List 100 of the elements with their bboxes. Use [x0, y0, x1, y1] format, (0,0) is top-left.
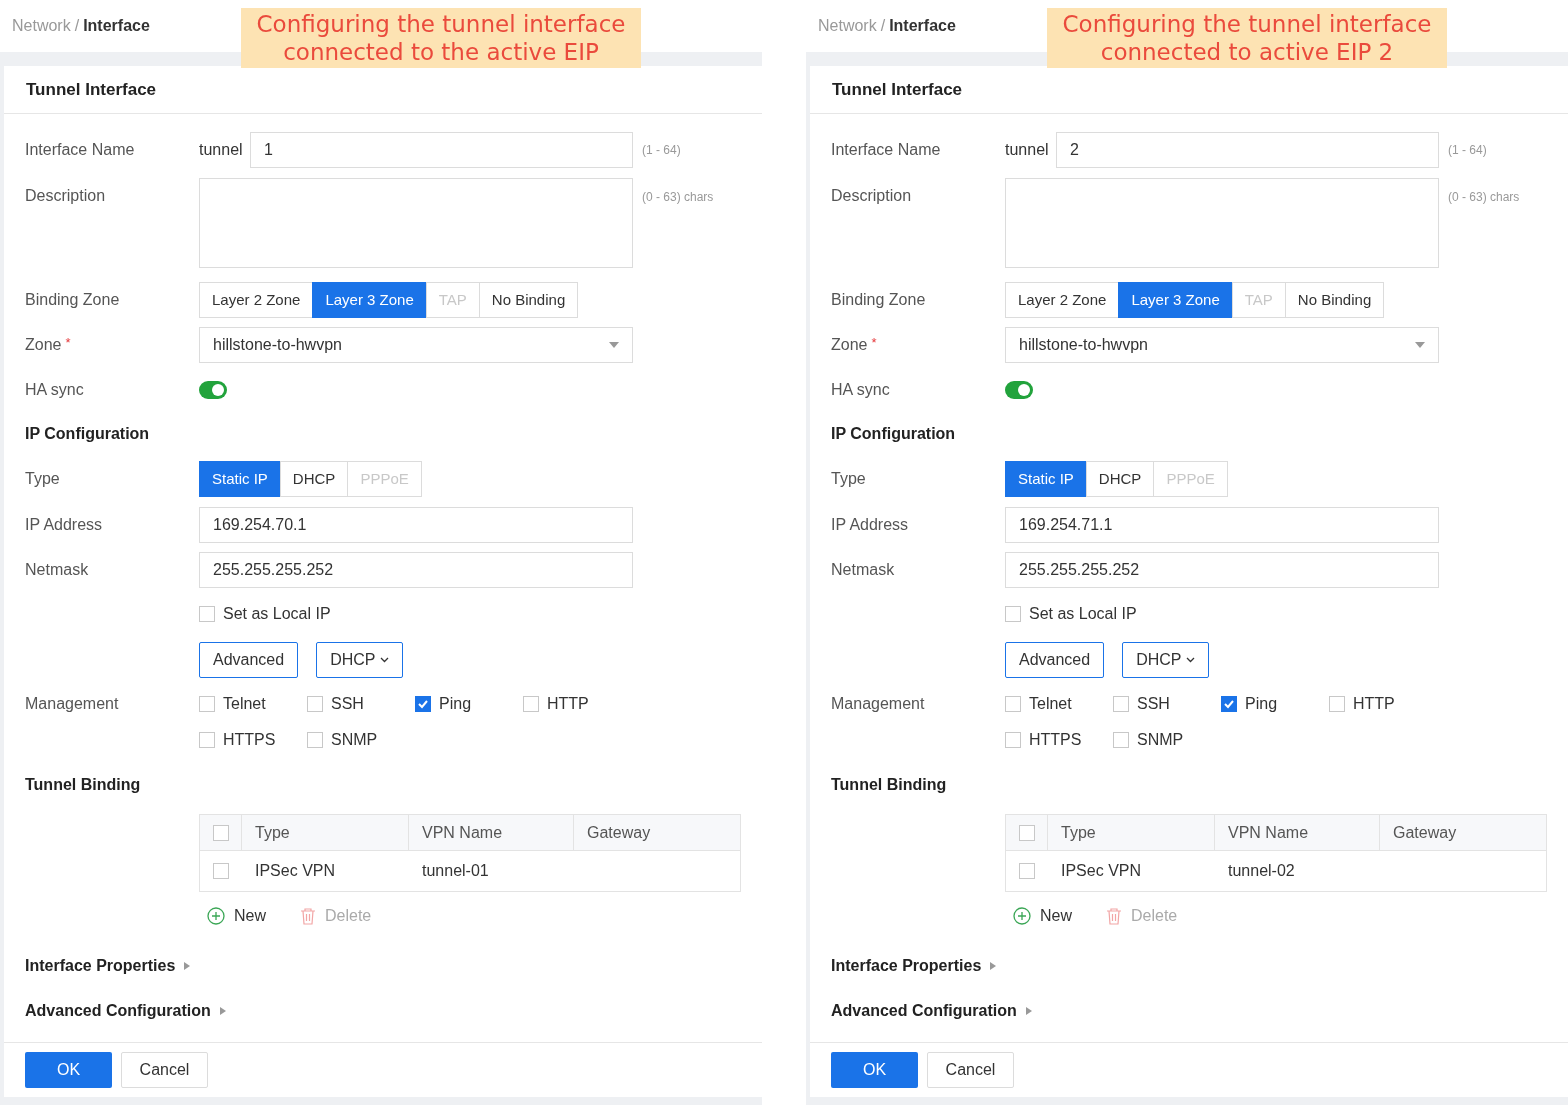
toggle-switch[interactable]	[199, 381, 227, 399]
input-field[interactable]: 169.254.71.1	[1005, 507, 1439, 543]
checkbox[interactable]	[307, 696, 323, 712]
segment-tab[interactable]: Layer 3 Zone	[1118, 282, 1233, 318]
panel-title: Tunnel Interface	[832, 78, 963, 101]
checkbox[interactable]	[1005, 606, 1021, 622]
field-label: HA sync	[831, 380, 891, 400]
checkbox-label: SNMP	[1137, 730, 1184, 750]
toggle-switch[interactable]	[1005, 381, 1033, 399]
cancel-button[interactable]: Cancel	[121, 1052, 208, 1088]
checkbox[interactable]	[1221, 696, 1237, 712]
breadcrumb-current: Interface	[83, 16, 150, 36]
input-field[interactable]: 255.255.255.252	[1005, 552, 1439, 588]
input-field[interactable]: 2	[1056, 132, 1439, 168]
dropdown-caret-icon	[1415, 342, 1425, 348]
description-textarea[interactable]	[1005, 178, 1439, 268]
dhcp-dropdown-button[interactable]: DHCP	[1122, 642, 1209, 678]
chevron-down-icon	[1185, 657, 1195, 663]
collapsible-section-header[interactable]: Advanced Configuration	[831, 999, 1017, 1023]
collapsible-section-header[interactable]: Interface Properties	[25, 954, 176, 978]
segment-tab[interactable]: No Binding	[478, 282, 579, 318]
input-field[interactable]: 1	[250, 132, 633, 168]
checkbox[interactable]	[307, 732, 323, 748]
checkbox[interactable]	[1005, 732, 1021, 748]
chevron-down-icon	[379, 657, 389, 663]
zone-dropdown[interactable]: hillstone-to-hwvpn	[199, 327, 633, 363]
length-hint: (0 - 63) chars	[1448, 189, 1520, 206]
column-header: VPN Name	[422, 822, 503, 843]
ok-button[interactable]: OK	[25, 1052, 112, 1088]
field-label: Description	[25, 186, 107, 206]
checkbox[interactable]	[1019, 863, 1035, 879]
description-textarea[interactable]	[199, 178, 633, 268]
checkbox[interactable]	[1113, 696, 1129, 712]
field-label: Netmask	[25, 560, 90, 580]
breadcrumb-current: Interface	[889, 16, 956, 36]
dhcp-dropdown-button[interactable]: DHCP	[316, 642, 403, 678]
collapsible-section-header[interactable]: Advanced Configuration	[25, 999, 211, 1023]
checkbox[interactable]	[199, 696, 215, 712]
checkbox[interactable]	[213, 863, 229, 879]
advanced-button[interactable]: Advanced	[1005, 642, 1105, 678]
new-button[interactable]: New	[1013, 904, 1072, 928]
checkbox-label: Telnet	[223, 694, 266, 714]
checkbox[interactable]	[1005, 696, 1021, 712]
range-hint: (1 - 64)	[642, 142, 681, 159]
checkbox[interactable]	[1113, 732, 1129, 748]
field-label: IP Address	[25, 515, 104, 535]
segment-tab[interactable]: DHCP	[279, 461, 349, 497]
field-label: Binding Zone	[831, 290, 927, 310]
field-label: Netmask	[831, 560, 896, 580]
table-cell-text: IPSec VPN	[255, 861, 336, 881]
segment-tab[interactable]: Static IP	[1005, 461, 1087, 497]
checkbox-label: Set as Local IP	[223, 604, 331, 624]
segment-tab[interactable]: Layer 3 Zone	[312, 282, 427, 318]
field-label: Zone	[831, 335, 868, 355]
range-hint: (1 - 64)	[1448, 142, 1487, 159]
column-header: VPN Name	[1228, 822, 1309, 843]
field-label: HA sync	[25, 380, 85, 400]
panel-title: Tunnel Interface	[26, 78, 157, 101]
table-cell-text: tunnel-01	[422, 861, 489, 881]
table-cell-text: tunnel-02	[1228, 861, 1295, 881]
checkbox-label: Ping	[439, 694, 472, 714]
field-label: IP Address	[831, 515, 910, 535]
checkbox[interactable]	[415, 696, 431, 712]
new-button[interactable]: New	[207, 904, 266, 928]
required-mark: *	[871, 334, 877, 352]
input-field[interactable]: 255.255.255.252	[199, 552, 633, 588]
field-label: Management	[25, 694, 120, 714]
segment-tab[interactable]: No Binding	[1284, 282, 1385, 318]
checkbox-label: HTTP	[547, 694, 589, 714]
section-heading: IP Configuration	[25, 424, 150, 444]
cancel-button[interactable]: Cancel	[927, 1052, 1014, 1088]
segment-tab[interactable]: Layer 2 Zone	[199, 282, 314, 318]
input-field[interactable]: 169.254.70.1	[199, 507, 633, 543]
zone-dropdown[interactable]: hillstone-to-hwvpn	[1005, 327, 1439, 363]
section-heading: Tunnel Binding	[25, 775, 141, 795]
advanced-button[interactable]: Advanced	[199, 642, 299, 678]
segment-tab[interactable]: Static IP	[199, 461, 281, 497]
checkbox[interactable]	[1329, 696, 1345, 712]
checkbox[interactable]	[212, 824, 229, 841]
ok-button[interactable]: OK	[831, 1052, 918, 1088]
checkbox[interactable]	[1018, 824, 1035, 841]
checkbox[interactable]	[199, 606, 215, 622]
annotation-callout: Configuring the tunnel interface connected to the active EIP	[241, 8, 641, 68]
trash-icon	[300, 907, 316, 925]
checkbox-label: SSH	[1137, 694, 1170, 714]
checkbox-label: HTTPS	[1029, 730, 1082, 750]
section-heading: Tunnel Binding	[831, 775, 947, 795]
column-header: Gateway	[587, 822, 651, 843]
checkbox-label: Set as Local IP	[1029, 604, 1137, 624]
required-mark: *	[65, 334, 71, 352]
checkbox[interactable]	[199, 732, 215, 748]
trash-icon	[1106, 907, 1122, 925]
field-label: Description	[831, 186, 913, 206]
checkbox[interactable]	[523, 696, 539, 712]
collapsible-section-header[interactable]: Interface Properties	[831, 954, 982, 978]
field-label: Type	[25, 469, 61, 489]
segment-tab[interactable]: Layer 2 Zone	[1005, 282, 1120, 318]
segment-tab[interactable]: DHCP	[1085, 461, 1155, 497]
field-label: Zone	[25, 335, 62, 355]
column-header: Gateway	[1393, 822, 1457, 843]
